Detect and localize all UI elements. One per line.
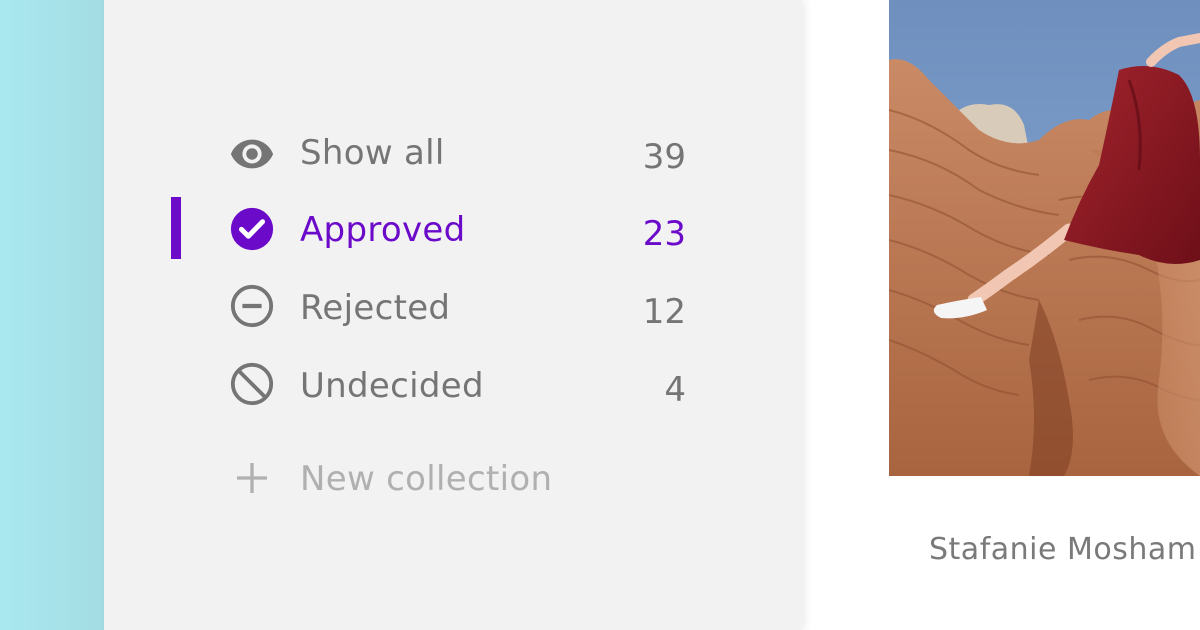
filter-label: Show all xyxy=(300,133,445,173)
filter-item-approved[interactable]: Approved 23 xyxy=(104,199,802,259)
photo-caption: Stafanie Mosham xyxy=(929,532,1197,567)
filter-label: Undecided xyxy=(300,366,484,406)
photo-image xyxy=(889,0,1200,476)
filter-count: 12 xyxy=(642,292,686,332)
filter-item-undecided[interactable]: Undecided 4 xyxy=(104,355,802,415)
filter-item-show-all[interactable]: Show all 39 xyxy=(104,122,802,182)
minus-circle-icon xyxy=(229,283,275,329)
new-collection-button[interactable]: New collection xyxy=(104,448,802,508)
eye-icon xyxy=(229,130,275,176)
new-collection-label: New collection xyxy=(300,459,553,499)
photo-thumbnail[interactable] xyxy=(889,0,1200,476)
filter-label: Rejected xyxy=(300,288,451,328)
filter-sidebar: Show all 39 Approved 23 Rejected 12 Unde… xyxy=(104,0,802,630)
filter-count: 4 xyxy=(664,370,686,410)
filter-label: Approved xyxy=(300,210,466,250)
check-circle-icon xyxy=(229,206,275,252)
plus-icon xyxy=(229,455,275,501)
filter-count: 39 xyxy=(642,137,686,177)
filter-item-rejected[interactable]: Rejected 12 xyxy=(104,277,802,337)
filter-list: Show all 39 Approved 23 Rejected 12 Unde… xyxy=(104,0,802,630)
block-icon xyxy=(229,361,275,407)
filter-count: 23 xyxy=(642,214,686,254)
left-accent-strip xyxy=(0,0,104,630)
